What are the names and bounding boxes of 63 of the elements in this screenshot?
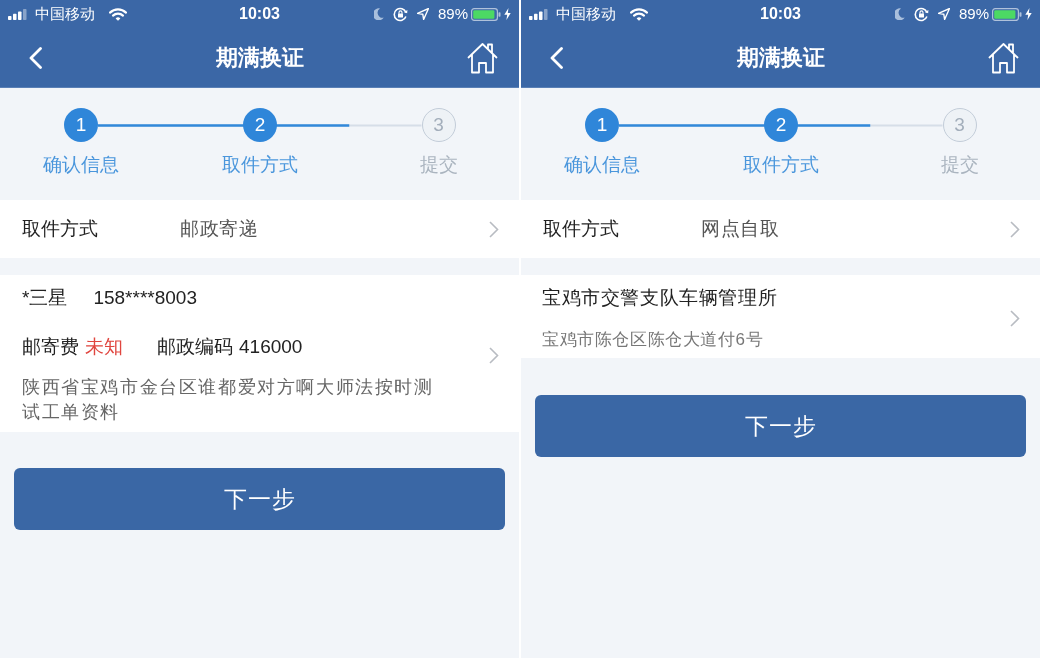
- step-label: 确认信息: [564, 153, 640, 177]
- moon-icon: [894, 8, 905, 20]
- rotation-lock-icon: [913, 6, 929, 22]
- branch-name: 宝鸡市交警支队车辆管理所: [542, 286, 779, 310]
- branch-address: 宝鸡市陈仓区陈仓大道付6号: [542, 329, 765, 351]
- chevron-right-icon: [1010, 310, 1020, 327]
- step-number: 1: [585, 108, 619, 142]
- carrier-name: 中国移动: [556, 5, 616, 23]
- step-label: 提交: [419, 153, 458, 177]
- branch-card[interactable]: 宝鸡市交警支队车辆管理所 宝鸡市陈仓区陈仓大道付6号: [521, 275, 1040, 358]
- step-number: 3: [421, 108, 456, 142]
- address-card[interactable]: *三星 158****8003 邮寄费 未知 邮政编码 416000 陕西省宝鸡市金台区谁都爱对方啊大师法按时测试工单资料: [0, 275, 519, 432]
- page-title: 期满换证: [736, 43, 825, 72]
- step-label: 取件方式: [743, 153, 819, 177]
- pickup-method-label: 取件方式: [543, 216, 620, 241]
- pickup-method-value: 网点自取: [701, 216, 779, 241]
- wifi-icon: [630, 7, 648, 21]
- clock-time: 10:03: [760, 5, 801, 23]
- charging-bolt-icon: [504, 8, 511, 20]
- home-icon: [987, 41, 1019, 74]
- pickup-method-label: 取件方式: [22, 216, 99, 241]
- pickup-method-value: 邮政寄递: [180, 216, 258, 241]
- chevron-right-icon: [489, 220, 499, 238]
- chevron-right-icon: [1010, 220, 1020, 238]
- charging-bolt-icon: [1025, 8, 1032, 20]
- battery-icon: [471, 7, 501, 21]
- home-button[interactable]: [987, 40, 1019, 75]
- home-button[interactable]: [466, 40, 498, 75]
- next-step-button[interactable]: 下一步: [14, 468, 505, 530]
- step-label: 提交: [940, 153, 979, 177]
- moon-icon: [373, 8, 384, 20]
- next-step-button[interactable]: 下一步: [535, 395, 1026, 457]
- delivery-address: 陕西省宝鸡市金台区谁都爱对方啊大师法按时测试工单资料: [22, 376, 435, 424]
- rotation-lock-icon: [392, 6, 408, 22]
- battery-icon: [992, 7, 1022, 21]
- signal-icon: [529, 8, 550, 20]
- step-label: 确认信息: [43, 153, 119, 177]
- carrier-name: 中国移动: [35, 5, 95, 23]
- clock-time: 10:03: [239, 5, 280, 23]
- step-label: 取件方式: [222, 153, 298, 177]
- signal-icon: [8, 8, 29, 20]
- postage-label: 邮寄费: [22, 334, 79, 359]
- recipient-phone: 158****8003: [93, 285, 197, 310]
- location-arrow-icon: [416, 8, 429, 20]
- step-number: 1: [64, 108, 98, 142]
- page-title: 期满换证: [215, 43, 304, 72]
- pickup-method-row[interactable]: 取件方式 邮政寄递: [0, 200, 519, 258]
- battery-percent: 89%: [958, 5, 989, 23]
- postcode-value: 416000: [239, 334, 303, 359]
- home-icon: [466, 41, 498, 74]
- back-chevron-icon: [549, 46, 563, 69]
- step-number: 3: [942, 108, 977, 142]
- recipient-name: *三星: [22, 285, 68, 310]
- back-chevron-icon: [28, 46, 42, 69]
- postage-value: 未知: [85, 334, 123, 359]
- step-number: 2: [764, 108, 798, 142]
- pickup-method-row[interactable]: 取件方式 网点自取: [521, 200, 1040, 258]
- wifi-icon: [109, 7, 127, 21]
- chevron-right-icon: [489, 346, 499, 364]
- battery-percent: 89%: [437, 5, 468, 23]
- postcode-label: 邮政编码: [157, 334, 233, 359]
- location-arrow-icon: [937, 8, 950, 20]
- step-number: 2: [243, 108, 277, 142]
